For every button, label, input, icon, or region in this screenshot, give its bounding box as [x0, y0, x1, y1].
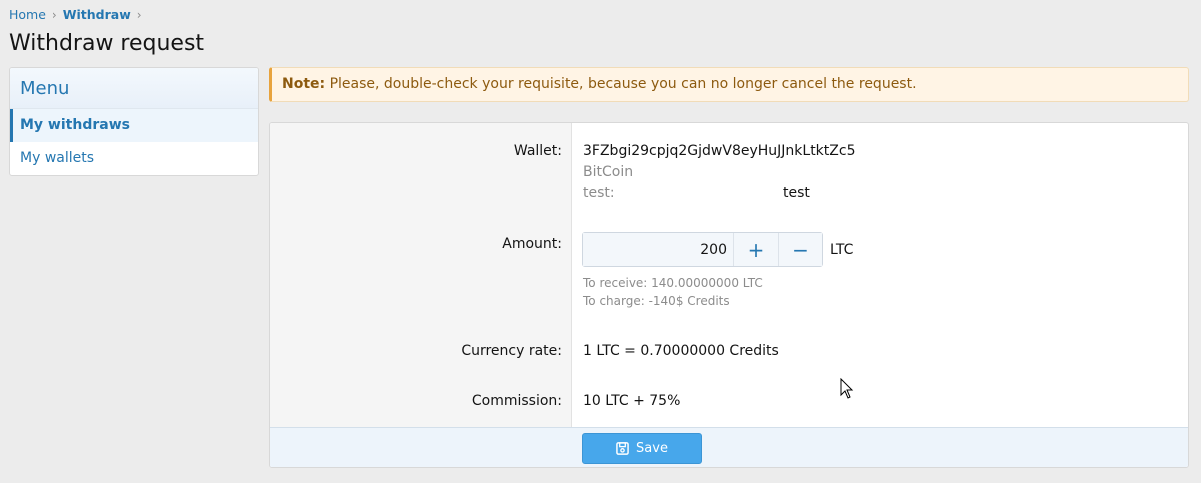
- breadcrumb-separator: ›: [136, 7, 142, 22]
- receive-hint: To receive: 140.00000000 LTC: [583, 276, 763, 290]
- sidebar-title: Menu: [10, 68, 258, 109]
- wallet-currency: BitCoin: [583, 164, 634, 180]
- save-label: Save: [636, 441, 668, 456]
- amount-input[interactable]: [583, 233, 734, 266]
- breadcrumb-separator: ›: [51, 7, 57, 22]
- currency-rate-label: Currency rate:: [461, 343, 562, 359]
- form-footer: Save: [270, 427, 1188, 467]
- wallet-field-value: test: [783, 185, 810, 201]
- decrement-button[interactable]: −: [778, 233, 822, 266]
- minus-icon: −: [792, 237, 809, 262]
- charge-hint: To charge: -140$ Credits: [583, 294, 730, 308]
- save-icon: [616, 442, 629, 455]
- amount-stepper: + −: [582, 232, 823, 267]
- mouse-cursor-icon: [840, 378, 854, 399]
- note-text: Please, double-check your requisite, bec…: [329, 76, 917, 92]
- save-button[interactable]: Save: [582, 433, 702, 464]
- form-label-column: Wallet: Amount: Currency rate: Commissio…: [270, 123, 572, 427]
- warning-note: Note: Please, double-check your requisit…: [269, 67, 1189, 102]
- breadcrumb: Home › Withdraw ›: [9, 7, 148, 22]
- commission-label: Commission:: [471, 393, 562, 409]
- sidebar-menu: Menu My withdraws My wallets: [9, 67, 259, 176]
- currency-rate-value: 1 LTC = 0.70000000 Credits: [583, 343, 779, 359]
- plus-icon: +: [747, 237, 765, 262]
- sidebar-item-my-wallets[interactable]: My wallets: [10, 142, 258, 175]
- amount-unit: LTC: [830, 242, 854, 258]
- commission-value: 10 LTC + 75%: [583, 393, 681, 409]
- sidebar-item-my-withdraws[interactable]: My withdraws: [10, 109, 258, 142]
- wallet-label: Wallet:: [513, 143, 562, 159]
- page-title: Withdraw request: [9, 31, 205, 56]
- breadcrumb-home-link[interactable]: Home: [9, 7, 46, 22]
- wallet-address: 3FZbgi29cpjq2GjdwV8eyHuJJnkLtktZc5: [583, 143, 856, 159]
- amount-label: Amount:: [502, 236, 562, 252]
- wallet-field-label: test:: [583, 185, 615, 201]
- increment-button[interactable]: +: [734, 233, 778, 266]
- breadcrumb-withdraw-link[interactable]: Withdraw: [63, 7, 131, 22]
- note-prefix: Note:: [282, 76, 326, 92]
- withdraw-form: Wallet: Amount: Currency rate: Commissio…: [269, 122, 1189, 468]
